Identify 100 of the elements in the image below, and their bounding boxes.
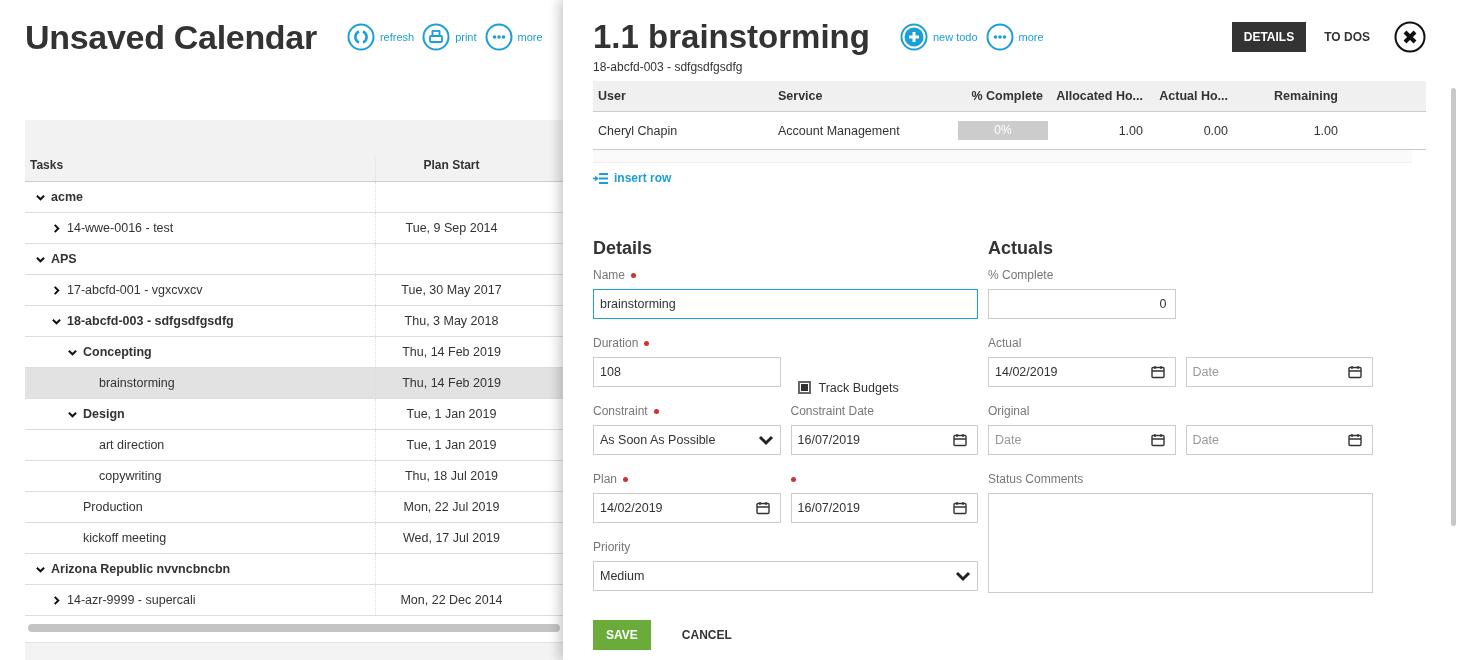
plan-start-date: Thu, 14 Feb 2019 xyxy=(402,376,501,390)
plan-start-date: Tue, 1 Jan 2019 xyxy=(406,407,497,421)
field-label: Actual xyxy=(988,336,1022,350)
column-header: Remaining xyxy=(1273,89,1339,103)
task-subtitle: 18-abcfd-003 - sdfgsdfgsdfg xyxy=(593,60,744,74)
calendar-icon[interactable] xyxy=(1150,364,1165,379)
table-row[interactable]: Production Mon, 22 Jul 2019 xyxy=(25,492,563,523)
chevron-down-icon xyxy=(757,433,774,446)
task-name: art direction xyxy=(99,438,165,452)
tab[interactable]: TO DOS xyxy=(1312,22,1382,52)
table-row[interactable]: copywriting Thu, 18 Jul 2019 xyxy=(25,461,563,492)
scrollbar[interactable] xyxy=(28,624,560,632)
table-row[interactable]: acme xyxy=(25,182,563,213)
field-label: Original xyxy=(988,404,1030,418)
table-row[interactable]: 18-abcfd-003 - sdfgsdfgsdfg Thu, 3 May 2018 xyxy=(25,306,563,337)
table-row[interactable]: APS xyxy=(25,244,563,275)
more-icon xyxy=(985,23,1014,51)
column-header: Actual Ho... xyxy=(1158,89,1229,103)
plan-start-date: Wed, 17 Jul 2019 xyxy=(402,531,501,545)
calendar-icon[interactable] xyxy=(953,432,967,447)
section-heading: Details xyxy=(593,237,654,259)
plan-start-date: Tue, 30 May 2017 xyxy=(401,283,502,297)
date-field[interactable]: 14/02/2019 xyxy=(593,492,781,523)
chevron-down-icon[interactable] xyxy=(68,347,77,357)
text-field[interactable]: 108 xyxy=(593,356,781,387)
task-name: 14-azr-9999 - supercali xyxy=(67,593,196,607)
table-cell-text: Cheryl Chapin xyxy=(597,123,679,138)
task-name: acme xyxy=(51,190,83,204)
task-name: 17-abcfd-001 - vgxcvxcv xyxy=(67,283,203,297)
checkbox-label: Track Budgets xyxy=(818,380,899,395)
chevron-down-icon[interactable] xyxy=(68,409,77,419)
calendar-icon[interactable] xyxy=(755,500,770,515)
table-cell-text: 1.00 xyxy=(1312,123,1339,138)
page-title: Unsaved Calendar xyxy=(25,17,317,57)
table-row[interactable]: art direction Tue, 1 Jan 2019 xyxy=(25,430,563,461)
plus-icon xyxy=(899,23,928,51)
table-row[interactable]: Concepting Thu, 14 Feb 2019 xyxy=(25,337,563,368)
scrollbar[interactable] xyxy=(1451,88,1456,526)
dropdown[interactable]: Medium xyxy=(593,560,978,591)
task-name: APS xyxy=(51,252,77,266)
field-label: Constraint xyxy=(593,404,648,418)
field-label: Constraint Date xyxy=(790,404,874,418)
section-heading: Actuals xyxy=(988,237,1055,259)
calendar-icon[interactable] xyxy=(1348,364,1362,379)
chevron-right-icon[interactable] xyxy=(52,595,61,605)
close-icon[interactable] xyxy=(1394,21,1426,53)
column-header: % Complete xyxy=(970,89,1044,103)
text-field[interactable]: brainstorming xyxy=(593,288,978,319)
task-name: kickoff meeting xyxy=(83,531,167,545)
table-cell-text: 1.00 xyxy=(1117,123,1144,138)
table-row[interactable]: Design Tue, 1 Jan 2019 xyxy=(25,399,563,430)
field-label: % Complete xyxy=(988,268,1054,282)
table-row[interactable]: brainstorming Thu, 14 Feb 2019 xyxy=(25,368,563,399)
task-name: Design xyxy=(83,407,125,421)
cancel-button[interactable]: CANCEL xyxy=(668,620,745,650)
plan-start-date: Thu, 14 Feb 2019 xyxy=(402,345,501,359)
task-name: 14-wwe-0016 - test xyxy=(67,221,174,235)
chevron-down-icon[interactable] xyxy=(52,316,61,326)
date-field[interactable]: 16/07/2019 xyxy=(790,492,978,523)
table-row[interactable]: 14-wwe-0016 - test Tue, 9 Sep 2014 xyxy=(25,213,563,244)
number-field[interactable]: 0 xyxy=(988,288,1176,319)
calendar-icon[interactable] xyxy=(1150,432,1165,447)
plan-start-date: Thu, 18 Jul 2019 xyxy=(404,469,499,483)
date-field[interactable]: 16/07/2019 xyxy=(790,424,978,455)
plan-start-date: Mon, 22 Jul 2019 xyxy=(403,500,500,514)
column-header: Plan Start xyxy=(375,158,527,181)
refresh-icon xyxy=(346,23,375,51)
table-row[interactable]: Arizona Republic nvvncbncbn xyxy=(25,554,563,585)
table-row[interactable]: 14-azr-9999 - supercali Mon, 22 Dec 2014 xyxy=(25,585,563,616)
chevron-down-icon[interactable] xyxy=(36,192,45,202)
calendar-icon[interactable] xyxy=(1348,432,1362,447)
more-icon xyxy=(484,23,513,51)
column-header: Service xyxy=(777,89,824,103)
date-field[interactable]: 14/02/2019 xyxy=(988,356,1176,387)
chevron-down-icon[interactable] xyxy=(36,254,45,264)
column-header: User xyxy=(597,89,627,103)
dropdown[interactable]: As Soon As Possible xyxy=(593,424,781,455)
field-label: Plan xyxy=(593,472,618,486)
table-cell-text: Account Management xyxy=(777,123,901,138)
plan-start-date: Thu, 3 May 2018 xyxy=(404,314,499,328)
printer-icon xyxy=(422,23,451,51)
insert-row-icon xyxy=(593,172,608,184)
task-title: 1.1 brainstorming xyxy=(593,18,870,56)
plan-start-date: Tue, 9 Sep 2014 xyxy=(405,221,498,235)
chevron-right-icon[interactable] xyxy=(52,223,61,233)
task-name: Concepting xyxy=(83,345,152,359)
plan-start-date: Tue, 1 Jan 2019 xyxy=(406,438,497,452)
task-name: 18-abcfd-003 - sdfgsdfgsdfg xyxy=(67,314,234,328)
tab[interactable]: DETAILS xyxy=(1231,22,1307,52)
table-row[interactable]: kickoff meeting Wed, 17 Jul 2019 xyxy=(25,523,563,554)
chevron-down-icon[interactable] xyxy=(36,564,45,574)
table-row[interactable]: 17-abcfd-001 - vgxcvxcv Tue, 30 May 2017 xyxy=(25,275,563,306)
task-name: Arizona Republic nvvncbncbn xyxy=(51,562,231,576)
field-label: Status Comments xyxy=(988,472,1084,486)
calendar-icon[interactable] xyxy=(953,500,967,515)
plan-start-date: Mon, 22 Dec 2014 xyxy=(400,593,503,607)
chevron-right-icon[interactable] xyxy=(52,285,61,295)
checkbox[interactable] xyxy=(797,381,811,394)
column-header: Tasks xyxy=(29,158,65,174)
field-label: Name xyxy=(593,268,625,282)
